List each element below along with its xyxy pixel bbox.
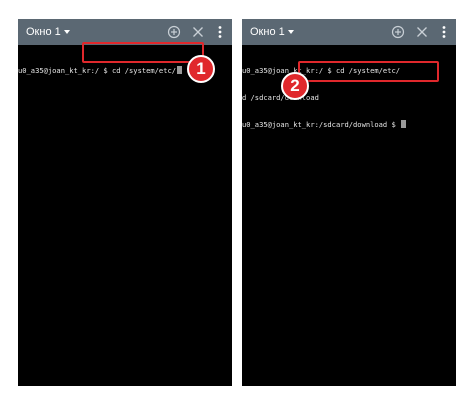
terminal-output[interactable]: u0_a35@joan_kt_kr:/ $ cd /system/etc/ d …	[242, 45, 456, 386]
terminal-output[interactable]: u0_a35@joan_kt_kr:/ $ cd /system/etc/	[18, 45, 232, 386]
add-circle-icon[interactable]	[390, 24, 406, 40]
text-cursor	[401, 120, 407, 128]
caret-down-icon	[287, 30, 294, 34]
close-icon[interactable]	[190, 24, 206, 40]
tab-title-dropdown[interactable]: Окно 1	[250, 26, 294, 38]
terminal-line: d /sdcard/download	[242, 93, 319, 102]
terminal-line: u0_a35@joan_kt_kr:/sdcard/download $	[242, 120, 456, 129]
highlight-box-1	[82, 42, 204, 63]
tab-title-label: Окно 1	[250, 26, 285, 38]
tab-title-label: Окно 1	[26, 26, 61, 38]
tab-title-dropdown[interactable]: Окно 1	[26, 26, 70, 38]
add-circle-icon[interactable]	[166, 24, 182, 40]
caret-down-icon	[63, 30, 70, 34]
step-badge-2: 2	[281, 72, 309, 100]
step-badge-1: 1	[187, 55, 215, 83]
more-vert-icon[interactable]	[436, 24, 452, 40]
highlight-box-2	[298, 61, 439, 82]
text-cursor	[177, 66, 183, 74]
close-icon[interactable]	[414, 24, 430, 40]
more-vert-icon[interactable]	[212, 24, 228, 40]
titlebar: Окно 1	[242, 19, 456, 45]
